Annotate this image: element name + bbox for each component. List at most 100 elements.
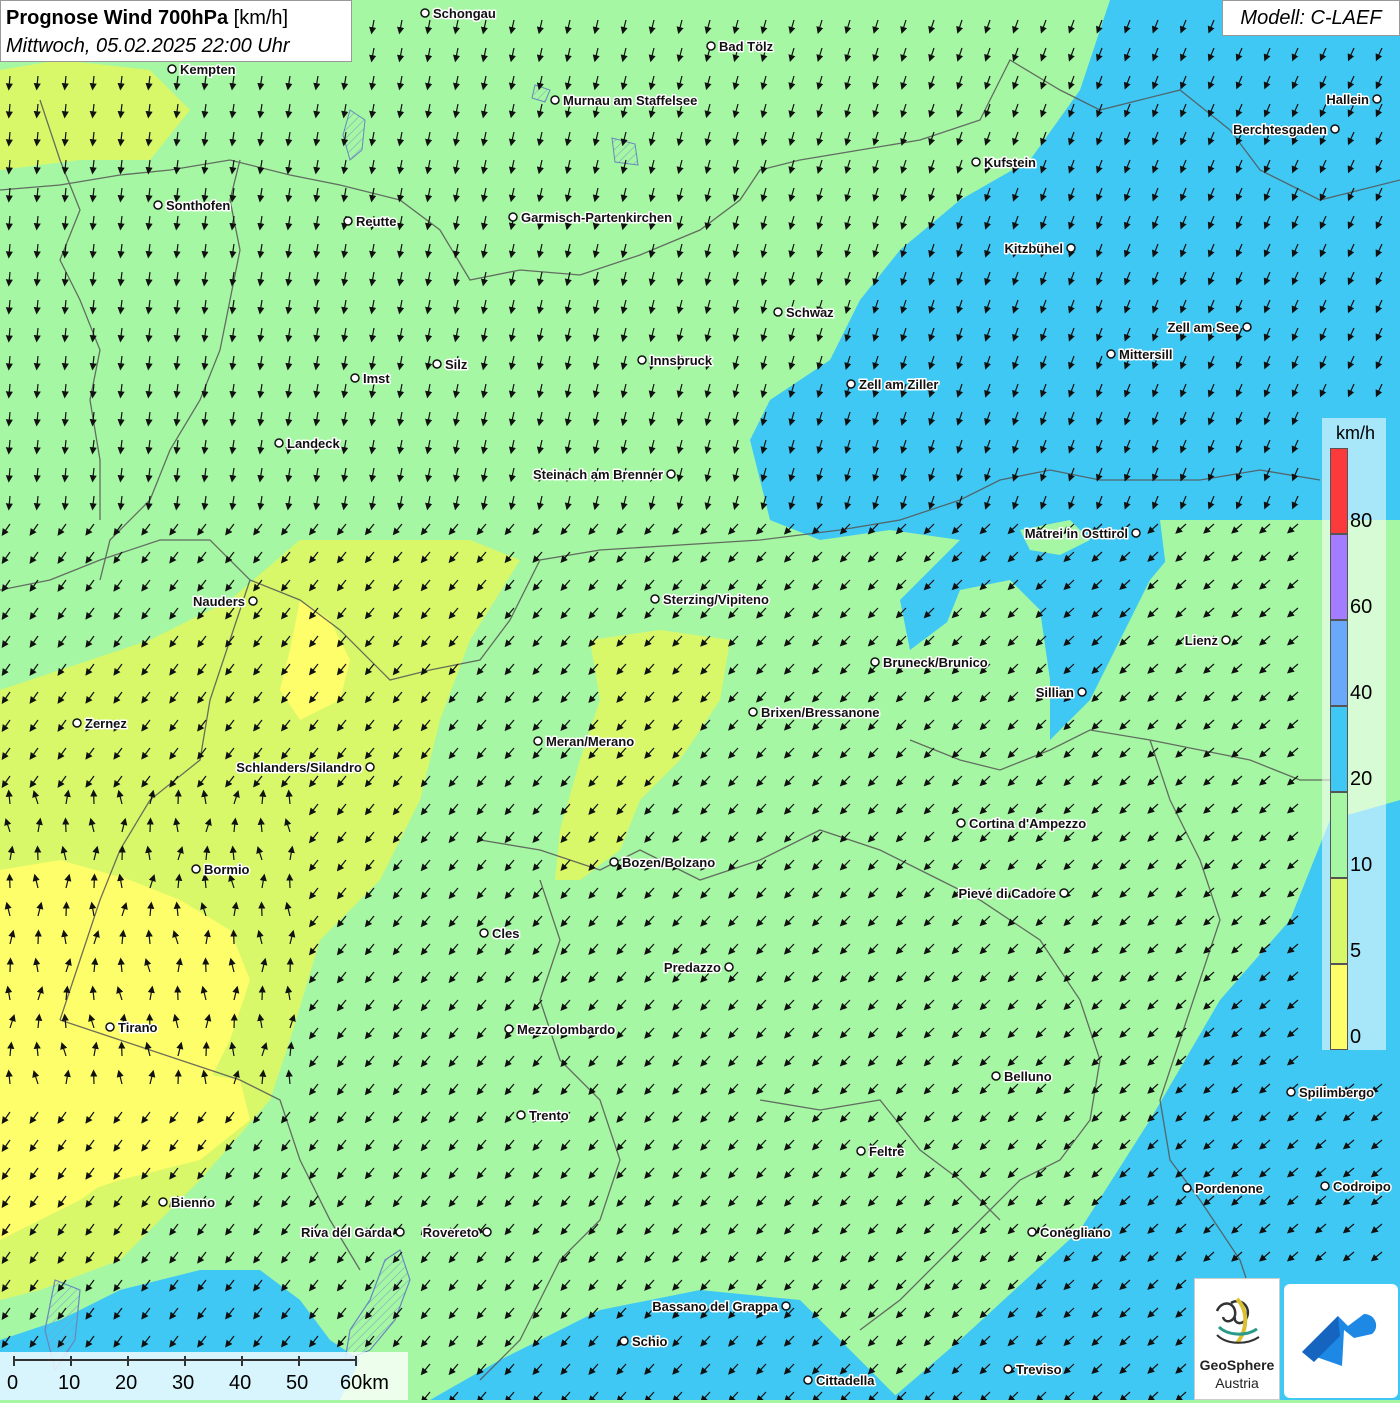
legend-bin-40	[1330, 620, 1348, 706]
color-legend: km/h 80 60 40 20 10 5 0	[1322, 418, 1386, 1050]
city-dot	[366, 763, 374, 771]
city-label: Landeck	[287, 436, 341, 451]
legend-unit: km/h	[1336, 423, 1375, 444]
scale-label-40: 40	[229, 1372, 251, 1395]
city-dot	[249, 597, 257, 605]
city-dot	[972, 158, 980, 166]
city-dot	[1078, 688, 1086, 696]
geosphere-emblem-icon	[1207, 1291, 1267, 1351]
map-title-bold: Prognose Wind 700hPa	[6, 7, 228, 29]
city-marker: Spilimbergo	[1287, 1085, 1374, 1100]
city-marker: Pordenone	[1183, 1181, 1263, 1196]
city-marker: Zell am See	[1167, 320, 1251, 335]
city-label: Schio	[632, 1334, 667, 1349]
city-label: Zell am Ziller	[859, 377, 938, 392]
scale-bar: 0 10 20 30 40 50 60km	[0, 1352, 408, 1400]
scale-bar-line	[0, 1352, 408, 1372]
city-dot	[638, 356, 646, 364]
city-label: Zernez	[85, 716, 127, 731]
city-label: Schlanders/Silandro	[236, 760, 362, 775]
city-label: Zell am See	[1167, 320, 1239, 335]
city-dot	[551, 96, 559, 104]
city-dot	[1028, 1228, 1036, 1236]
city-dot	[749, 708, 757, 716]
city-label: Bienno	[171, 1195, 215, 1210]
city-label: Rovereto	[423, 1225, 479, 1240]
city-dot	[433, 360, 441, 368]
city-label: Kitzbühel	[1005, 241, 1064, 256]
city-marker: Berchtesgaden	[1233, 122, 1339, 137]
city-marker: Meran/Merano	[534, 734, 634, 749]
city-dot	[1321, 1182, 1329, 1190]
city-dot	[396, 1228, 404, 1236]
city-label: Mittersill	[1119, 347, 1172, 362]
city-marker: Riva del Garda	[301, 1225, 404, 1240]
legend-bin-60	[1330, 534, 1348, 620]
city-marker: Bruneck/Brunico	[871, 655, 988, 670]
city-dot	[992, 1072, 1000, 1080]
city-label: Brixen/Bressanone	[761, 705, 880, 720]
city-dot	[1183, 1184, 1191, 1192]
city-label: Kufstein	[984, 155, 1036, 170]
city-dot	[1107, 350, 1115, 358]
model-label: Modell: C-LAEF	[1222, 0, 1400, 36]
map-title: Prognose Wind 700hPa [km/h]	[6, 4, 346, 32]
map-title-unit: [km/h]	[234, 7, 288, 29]
city-marker: Innsbruck	[638, 353, 713, 368]
city-label: Berchtesgaden	[1233, 122, 1327, 137]
city-dot	[106, 1023, 114, 1031]
city-label: Cles	[492, 926, 519, 941]
scale-label-10: 10	[58, 1372, 80, 1395]
city-label: Sterzing/Vipiteno	[663, 592, 769, 607]
city-dot	[804, 1376, 812, 1384]
city-label: Conegliano	[1040, 1225, 1111, 1240]
wind-map[interactable]: SchongauBad TölzKemptenMurnau am Staffel…	[0, 0, 1400, 1400]
city-dot	[610, 858, 618, 866]
city-dot	[707, 42, 715, 50]
legend-label-5: 5	[1350, 940, 1361, 963]
city-marker: Matrei in Osttirol	[1025, 526, 1140, 541]
geosphere-logo[interactable]: GeoSphere Austria	[1194, 1278, 1280, 1400]
city-dot	[1067, 244, 1075, 252]
city-label: Matrei in Osttirol	[1025, 526, 1128, 541]
scale-label-20: 20	[115, 1372, 137, 1395]
city-marker: Pieve di Cadore	[958, 886, 1068, 901]
city-label: Schongau	[433, 6, 496, 21]
city-dot	[782, 1302, 790, 1310]
legend-label-10: 10	[1350, 854, 1372, 877]
legend-label-60: 60	[1350, 596, 1372, 619]
city-label: Nauders	[193, 594, 245, 609]
legend-bin-20	[1330, 706, 1348, 792]
city-marker: Garmisch-Partenkirchen	[509, 210, 672, 225]
geosphere-logo-name: GeoSphere	[1195, 1357, 1279, 1373]
city-dot	[168, 65, 176, 73]
city-marker: Bozen/Bolzano	[610, 855, 715, 870]
geosphere-logo-country: Austria	[1195, 1375, 1279, 1391]
city-dot	[192, 865, 200, 873]
city-marker: Schlanders/Silandro	[236, 760, 374, 775]
legend-bin-0	[1330, 964, 1348, 1050]
city-dot	[667, 470, 675, 478]
city-dot	[871, 658, 879, 666]
city-label: Codroipo	[1333, 1179, 1391, 1194]
city-dot	[509, 213, 517, 221]
city-dot	[483, 1228, 491, 1236]
city-label: Steinach am Brenner	[533, 467, 663, 482]
city-label: Treviso	[1016, 1362, 1062, 1377]
city-label: Kempten	[180, 62, 236, 77]
city-dot	[725, 963, 733, 971]
city-label: Bad Tölz	[719, 39, 774, 54]
city-dot	[154, 201, 162, 209]
city-label: Mezzolombardo	[517, 1022, 615, 1037]
city-label: Lienz	[1185, 633, 1219, 648]
city-dot	[857, 1147, 865, 1155]
city-marker: Mezzolombardo	[505, 1022, 615, 1037]
city-label: Bozen/Bolzano	[622, 855, 715, 870]
city-dot	[1331, 125, 1339, 133]
city-label: Belluno	[1004, 1069, 1052, 1084]
city-dot	[517, 1111, 525, 1119]
city-marker: Schongau	[421, 6, 496, 21]
weather-app-logo[interactable]	[1284, 1284, 1398, 1398]
city-dot	[480, 929, 488, 937]
scale-label-30: 30	[172, 1372, 194, 1395]
